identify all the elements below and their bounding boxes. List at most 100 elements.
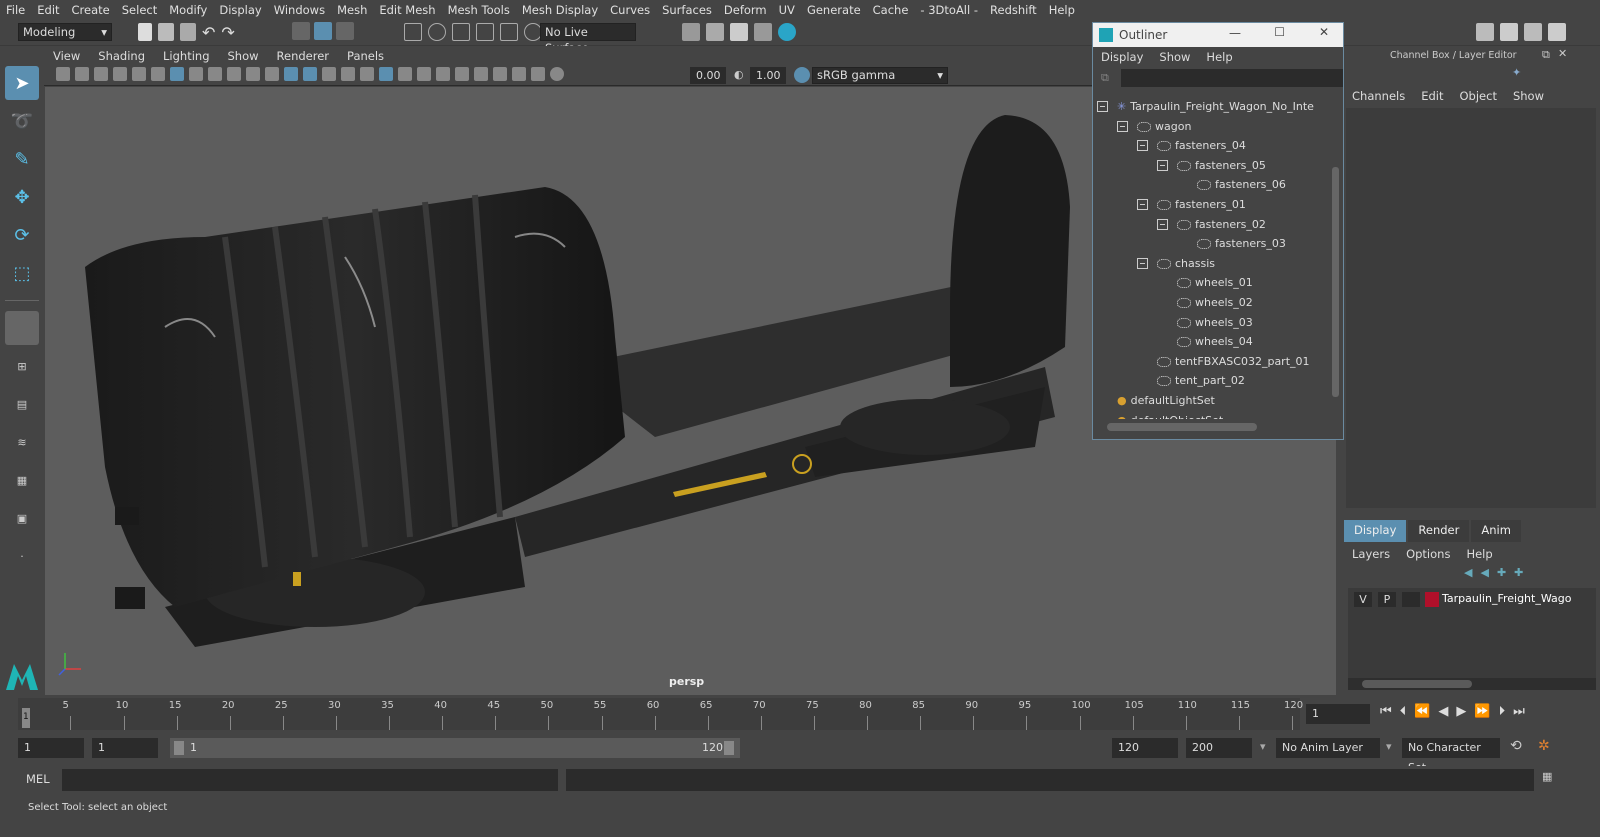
film-gate-icon[interactable]: [189, 67, 203, 81]
menu-windows[interactable]: Windows: [268, 3, 331, 17]
playback-start-field[interactable]: 1: [92, 738, 158, 758]
menu-redshift[interactable]: Redshift: [984, 3, 1043, 17]
viewport-menu-show[interactable]: Show: [219, 49, 268, 63]
layer-name[interactable]: Tarpaulin_Freight_Wago: [1442, 592, 1571, 605]
hypershade-icon[interactable]: [778, 23, 796, 41]
outliner-titlebar[interactable]: Outliner — ☐ ✕: [1093, 23, 1343, 47]
command-language-label[interactable]: MEL: [26, 772, 50, 786]
use-all-lights-icon[interactable]: [360, 67, 374, 81]
outliner-item[interactable]: fasteners_01: [1137, 195, 1246, 214]
channel-box-menu-object[interactable]: Object: [1452, 89, 1505, 103]
new-layer-icon[interactable]: ✚: [1497, 566, 1506, 579]
layer-visibility-toggle[interactable]: V: [1354, 592, 1372, 607]
layer-row[interactable]: V P Tarpaulin_Freight_Wago: [1348, 590, 1596, 608]
menu-select[interactable]: Select: [116, 3, 163, 17]
lasso-tool-icon[interactable]: ➰: [5, 104, 39, 138]
collapse-icon[interactable]: [1117, 120, 1128, 132]
menu-surfaces[interactable]: Surfaces: [656, 3, 718, 17]
step-forward-key-icon[interactable]: ⏩: [1474, 704, 1490, 719]
menu-help[interactable]: Help: [1043, 3, 1081, 17]
layer-menu-help[interactable]: Help: [1458, 547, 1500, 561]
time-slider[interactable]: 5 10 15 20 25 30 35 40 45 50 55 60 65 70 75 80 85 90 95 100…: [0, 696, 1600, 734]
move-layer-down-icon[interactable]: ◀: [1480, 566, 1488, 579]
open-scene-icon[interactable]: [158, 23, 174, 41]
wireframe-icon[interactable]: [284, 67, 298, 81]
start-time-field[interactable]: 1: [18, 738, 84, 758]
step-back-key-icon[interactable]: ⏪: [1414, 704, 1430, 719]
snap-point-icon[interactable]: [452, 23, 470, 41]
range-slider[interactable]: 1 120: [170, 738, 740, 758]
field-chart-icon[interactable]: [246, 67, 260, 81]
range-end-handle[interactable]: [724, 741, 734, 755]
outliner-hscrollbar[interactable]: [1097, 421, 1329, 433]
end-time-field[interactable]: 200: [1186, 738, 1252, 758]
camera-icon[interactable]: [56, 67, 70, 81]
step-forward-frame-icon[interactable]: ⏵: [1499, 704, 1506, 719]
new-layer-selected-icon[interactable]: ✚: [1514, 566, 1523, 579]
ipr-render-icon[interactable]: [730, 23, 748, 41]
menu-mesh-tools[interactable]: Mesh Tools: [442, 3, 516, 17]
menu-edit-mesh[interactable]: Edit Mesh: [373, 3, 441, 17]
modeling-toolkit-icon[interactable]: [1476, 23, 1494, 41]
attribute-editor-icon[interactable]: [1500, 23, 1518, 41]
menu-edit[interactable]: Edit: [31, 3, 65, 17]
outliner-item[interactable]: fasteners_03: [1197, 234, 1286, 253]
select-by-object-icon[interactable]: [314, 22, 332, 40]
maximize-icon[interactable]: ☐: [1274, 25, 1285, 39]
menu-file[interactable]: File: [0, 3, 31, 17]
outliner-item[interactable]: ✳ Tarpaulin_Freight_Wagon_No_Inte: [1097, 97, 1314, 116]
menu-cache[interactable]: Cache: [867, 3, 915, 17]
outliner-item[interactable]: wheels_01: [1177, 273, 1253, 292]
xray-components-icon[interactable]: [531, 67, 545, 81]
undo-icon[interactable]: ↶: [202, 23, 215, 42]
color-management-icon[interactable]: [794, 67, 810, 83]
menu-mesh[interactable]: Mesh: [331, 3, 373, 17]
select-tool-icon[interactable]: ➤: [5, 66, 39, 100]
redo-icon[interactable]: ↷: [221, 23, 234, 42]
gate-mask-icon[interactable]: [227, 67, 241, 81]
go-to-end-icon[interactable]: ⏭: [1513, 704, 1525, 719]
script-editor-icon[interactable]: ▦: [1542, 770, 1552, 783]
two-d-pan-icon[interactable]: [132, 67, 146, 81]
safe-action-icon[interactable]: [265, 67, 279, 81]
outliner-menu-show[interactable]: Show: [1151, 50, 1198, 64]
viewport-menu-renderer[interactable]: Renderer: [268, 49, 339, 63]
menu-curves[interactable]: Curves: [604, 3, 656, 17]
exposure-field[interactable]: 0.00: [690, 67, 726, 84]
motion-blur-icon[interactable]: [417, 67, 431, 81]
range-start-handle[interactable]: [174, 741, 184, 755]
camera-attributes-icon[interactable]: [75, 67, 89, 81]
snap-surface-icon[interactable]: [500, 23, 518, 41]
channel-box-menu-show[interactable]: Show: [1505, 89, 1552, 103]
layer-type-toggle[interactable]: [1402, 592, 1420, 607]
viewport-menu-shading[interactable]: Shading: [89, 49, 154, 63]
grease-pencil-icon[interactable]: [151, 67, 165, 81]
tab-render[interactable]: Render: [1408, 520, 1470, 542]
select-by-component-icon[interactable]: [336, 22, 354, 40]
play-backwards-icon[interactable]: ◀: [1438, 704, 1448, 719]
paint-select-icon[interactable]: ✎: [5, 142, 39, 176]
chevron-down-icon[interactable]: ▾: [1260, 740, 1266, 753]
chevron-down-icon[interactable]: ▾: [1386, 740, 1392, 753]
auto-key-icon[interactable]: ⟲: [1510, 738, 1522, 754]
single-perspective-layout-icon[interactable]: [5, 311, 39, 345]
collapse-icon[interactable]: [1137, 257, 1148, 269]
layer-menu-options[interactable]: Options: [1398, 547, 1458, 561]
character-set-dropdown[interactable]: No Character Set: [1402, 738, 1500, 774]
collapse-icon[interactable]: [1157, 218, 1168, 230]
tab-anim[interactable]: Anim: [1471, 520, 1521, 542]
rotate-tool-icon[interactable]: ⟳: [5, 218, 39, 252]
minimize-icon[interactable]: —: [1229, 26, 1241, 40]
xray-joints-icon[interactable]: [512, 67, 526, 81]
resolution-gate-icon[interactable]: [208, 67, 222, 81]
outliner-layout-icon[interactable]: ▤: [5, 387, 39, 421]
channel-box-menu-channels[interactable]: Channels: [1344, 89, 1413, 103]
snap-curve-icon[interactable]: [428, 23, 446, 41]
mode-dropdown[interactable]: Modeling ▾: [18, 23, 112, 41]
snap-view-icon[interactable]: [476, 23, 494, 41]
outliner-item[interactable]: ● defaultLightSet: [1117, 391, 1215, 410]
uv-editor-layout-icon[interactable]: ▣: [5, 501, 39, 535]
textured-icon[interactable]: [341, 67, 355, 81]
graph-editor-layout-icon[interactable]: ≋: [5, 425, 39, 459]
xray-icon[interactable]: [493, 67, 507, 81]
